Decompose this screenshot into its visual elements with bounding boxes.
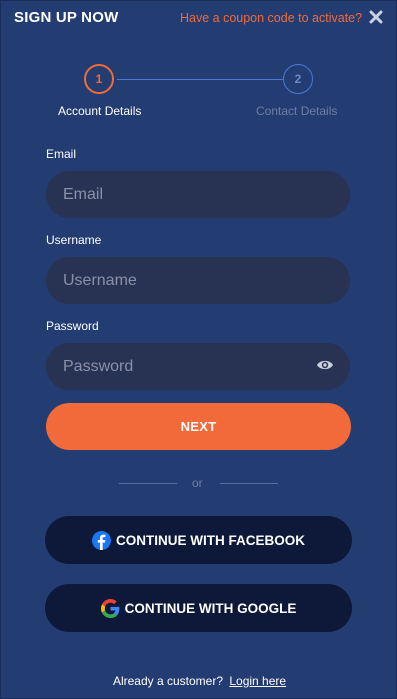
email-field[interactable]: [46, 171, 350, 218]
username-field[interactable]: [46, 257, 350, 304]
eye-icon[interactable]: [316, 358, 334, 372]
password-field[interactable]: [46, 343, 350, 390]
divider-or: or: [192, 476, 203, 490]
close-icon[interactable]: [367, 8, 385, 26]
stepper-connector: [117, 79, 283, 80]
facebook-button-label: CONTINUE WITH FACEBOOK: [116, 532, 305, 548]
login-prompt-text: Already a customer?: [112, 674, 223, 688]
login-link[interactable]: Login here: [229, 674, 286, 688]
step-2-indicator: 2: [283, 64, 313, 94]
login-prompt: Already a customer? Login here: [1, 674, 397, 688]
next-button[interactable]: NEXT: [46, 403, 351, 450]
username-label: Username: [46, 233, 102, 247]
divider-line-right: [220, 483, 278, 484]
coupon-link[interactable]: Have a coupon code to activate?: [180, 11, 362, 25]
facebook-icon: [92, 530, 111, 550]
step-1-indicator: 1: [84, 64, 114, 94]
google-icon: [100, 598, 120, 618]
step-2-label: Contact Details: [256, 104, 338, 118]
google-button-label: CONTINUE WITH GOOGLE: [124, 600, 297, 616]
modal-title: SIGN UP NOW: [14, 9, 119, 26]
divider-line-left: [119, 483, 177, 484]
email-label: Email: [46, 147, 77, 161]
step-1-label: Account Details: [58, 104, 142, 118]
progress-stepper: 1 2 Account Details Contact Details: [1, 63, 397, 123]
google-login-button[interactable]: CONTINUE WITH GOOGLE: [45, 584, 352, 632]
password-label: Password: [46, 319, 99, 333]
facebook-login-button[interactable]: CONTINUE WITH FACEBOOK: [45, 516, 352, 564]
signup-modal: SIGN UP NOW Have a coupon code to activa…: [0, 0, 397, 699]
